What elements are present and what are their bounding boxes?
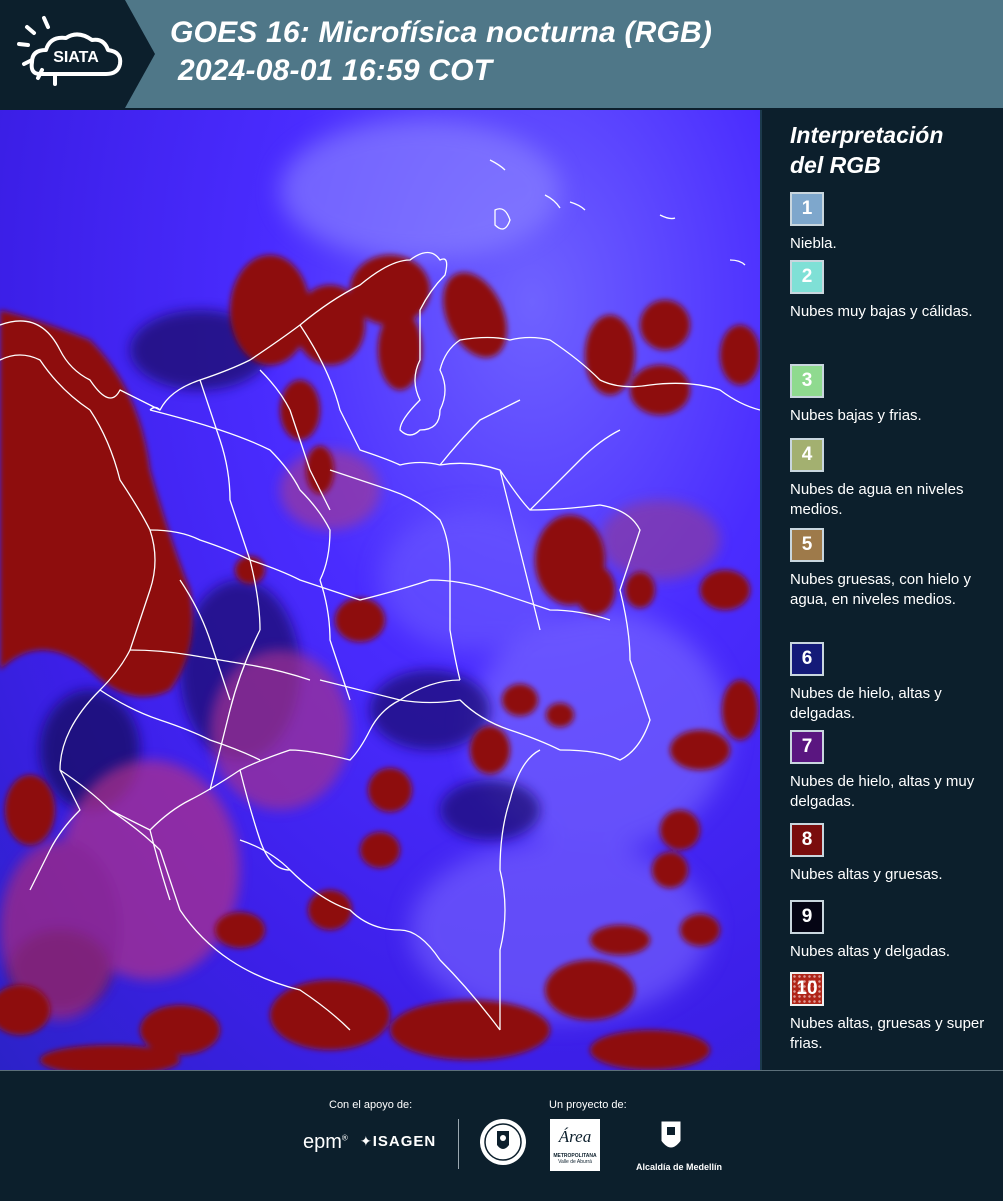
legend-label: Nubes bajas y frias.: [790, 407, 922, 424]
legend-item: 8 Nubes altas y gruesas.: [790, 823, 990, 885]
area-metropolitana-logo[interactable]: Área METROPOLITANA Valle de Aburrá: [550, 1119, 600, 1171]
isagen-logo[interactable]: ✦ISAGEN: [360, 1133, 436, 1150]
legend-swatch: 4: [790, 438, 824, 472]
legend-item: 6 Nubes de hielo, altas y delgadas.: [790, 642, 990, 724]
legend-label: Nubes gruesas, con hielo y agua, en nive…: [790, 571, 971, 608]
header-band: SIATA GOES 16: Microfísica nocturna (RGB…: [0, 0, 1003, 108]
title-line-1: GOES 16: Microfísica nocturna (RGB): [170, 16, 713, 49]
alcaldia-text: Alcaldía de Medellín: [636, 1162, 723, 1172]
university-seal-logo[interactable]: [478, 1117, 528, 1172]
rgb-composite-map: [0, 120, 760, 1070]
coat-of-arms-icon: [660, 1120, 682, 1149]
satellite-image[interactable]: [0, 110, 760, 1070]
footer: Con el apoyo de: Un proyecto de: epm® ✦I…: [0, 1070, 1003, 1201]
isagen-logo-icon: ✦: [360, 1133, 373, 1149]
project-caption: Un proyecto de:: [549, 1099, 627, 1111]
legend-item: 1 Niebla.: [790, 192, 990, 254]
epm-logo[interactable]: epm®: [303, 1131, 348, 1154]
legend-swatch: 2: [790, 260, 824, 294]
legend-item: 10 Nubes altas, gruesas y super frias.: [790, 972, 990, 1054]
legend-item: 5 Nubes gruesas, con hielo y agua, en niv…: [790, 528, 990, 610]
legend-panel: Interpretación del RGB 1 Niebla. 2 Nubes mu…: [760, 110, 1003, 1070]
area-logo-sub2: Valle de Aburrá: [558, 1159, 592, 1165]
legend-label: Nubes muy bajas y cálidas.: [790, 303, 973, 320]
isagen-logo-text: ISAGEN: [372, 1133, 437, 1150]
legend-item: 4 Nubes de agua en niveles medios.: [790, 438, 990, 520]
legend-swatch: 8: [790, 823, 824, 857]
legend-label: Nubes de agua en niveles medios.: [790, 481, 964, 518]
legend-label: Nubes de hielo, altas y muy delgadas.: [790, 773, 975, 810]
legend-swatch: 1: [790, 192, 824, 226]
page-title: GOES 16: Microfísica nocturna (RGB) 2024…: [170, 14, 712, 90]
legend-title: Interpretación del RGB: [790, 120, 943, 180]
support-caption: Con el apoyo de:: [329, 1099, 413, 1111]
legend-item: 3 Nubes bajas y frias.: [790, 364, 990, 426]
legend-title-line-2: del RGB: [790, 152, 881, 178]
seal-icon: [480, 1119, 526, 1165]
legend-label: Niebla.: [790, 235, 837, 252]
siata-logo-text: SIATA: [53, 49, 99, 66]
legend-swatch: 7: [790, 730, 824, 764]
legend-swatch: 5: [790, 528, 824, 562]
legend-swatch: 3: [790, 364, 824, 398]
legend-label: Nubes de hielo, altas y delgadas.: [790, 685, 942, 722]
legend-item: 7 Nubes de hielo, altas y muy delgadas.: [790, 730, 990, 812]
area-logo-word: Área: [558, 1127, 592, 1146]
legend-label: Nubes altas y delgadas.: [790, 943, 951, 960]
siata-logo-graphic: SIATA: [0, 0, 155, 108]
title-line-2: 2024-08-01 16:59 COT: [178, 54, 493, 87]
legend-label: Nubes altas y gruesas.: [790, 866, 943, 883]
legend-item: 9 Nubes altas y delgadas.: [790, 900, 990, 962]
epm-logo-text: epm: [303, 1131, 342, 1153]
legend-swatch: 10: [790, 972, 824, 1006]
footer-divider: [458, 1119, 459, 1169]
legend-title-line-1: Interpretación: [790, 122, 944, 148]
siata-logo[interactable]: SIATA: [0, 0, 155, 108]
legend-item: 2 Nubes muy bajas y cálidas.: [790, 260, 990, 322]
legend-label: Nubes altas, gruesas y super frias.: [790, 1015, 985, 1052]
alcaldia-medellin-logo[interactable]: Alcaldía de Medellín: [636, 1119, 723, 1172]
legend-swatch: 6: [790, 642, 824, 676]
legend-swatch: 9: [790, 900, 824, 934]
